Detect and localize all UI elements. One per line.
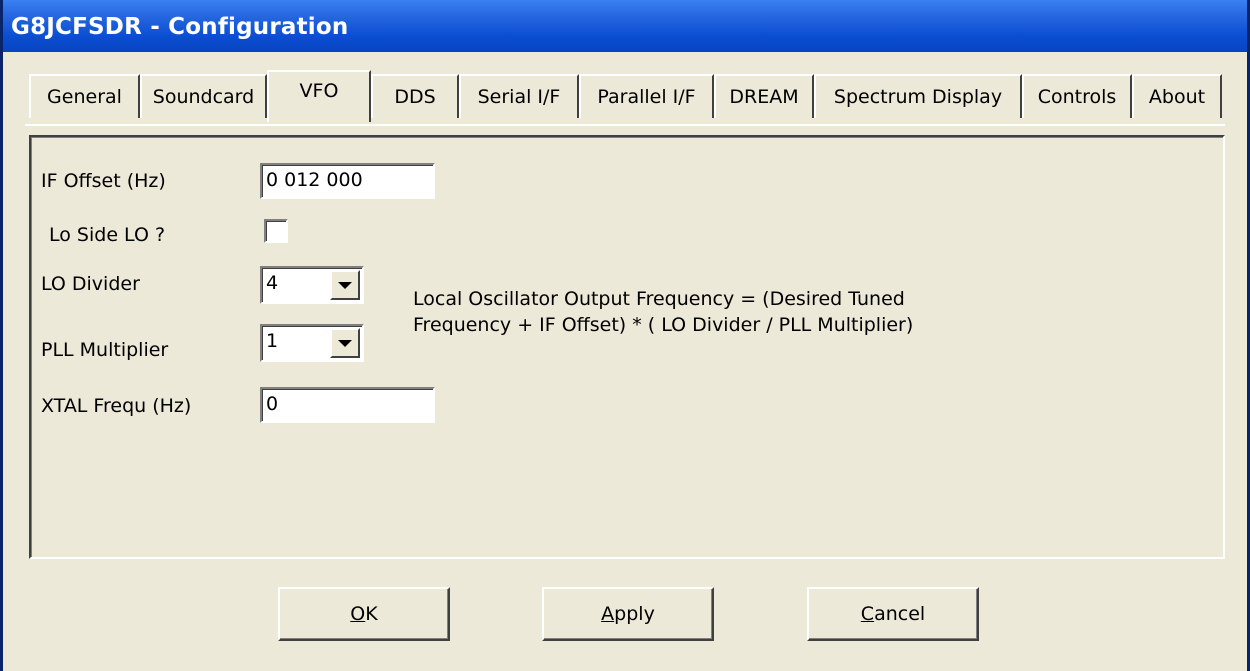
pll-multiplier-select[interactable]: 1 — [260, 324, 364, 362]
lo-divider-value: 4 — [266, 272, 279, 294]
tab-soundcard[interactable]: Soundcard — [140, 74, 267, 118]
formula-line-1: Local Oscillator Output Frequency = (Des… — [413, 288, 905, 310]
chevron-down-icon — [338, 281, 352, 289]
apply-mnemonic: A — [601, 603, 615, 625]
formula-line-2: Frequency + IF Offset) * ( LO Divider / … — [413, 314, 914, 336]
tab-strip: General Soundcard VFO DDS Serial I/F Par… — [3, 70, 1250, 126]
lo-divider-dropdown-button[interactable] — [330, 270, 360, 300]
xtal-label: XTAL Frequ (Hz) — [41, 395, 192, 417]
apply-button[interactable]: Apply — [542, 587, 714, 641]
ok-label: K — [365, 603, 378, 625]
tab-about[interactable]: About — [1132, 74, 1222, 118]
tab-serial-if[interactable]: Serial I/F — [459, 74, 579, 118]
xtal-input[interactable]: 0 — [260, 387, 435, 423]
if-offset-input[interactable]: 0 012 000 — [260, 163, 435, 199]
window-title: G8JCFSDR - Configuration — [11, 14, 349, 40]
tab-general[interactable]: General — [29, 74, 140, 118]
pll-multiplier-value: 1 — [266, 330, 279, 352]
config-window: G8JCFSDR - Configuration General Soundca… — [0, 0, 1250, 671]
apply-label: pply — [614, 603, 655, 625]
cancel-button[interactable]: Cancel — [807, 587, 979, 641]
cancel-label: ancel — [874, 603, 926, 625]
tab-dream[interactable]: DREAM — [714, 74, 814, 118]
lo-side-label: Lo Side LO ? — [49, 224, 166, 246]
tab-controls[interactable]: Controls — [1022, 74, 1132, 118]
lo-divider-label: LO Divider — [41, 273, 140, 295]
lo-divider-select[interactable]: 4 — [260, 266, 364, 304]
cancel-mnemonic: C — [860, 603, 875, 625]
tab-dds[interactable]: DDS — [371, 74, 459, 118]
title-bar[interactable]: G8JCFSDR - Configuration — [3, 0, 1247, 52]
pll-multiplier-dropdown-button[interactable] — [330, 328, 360, 358]
tab-parallel-if[interactable]: Parallel I/F — [579, 74, 714, 118]
tab-vfo[interactable]: VFO — [267, 70, 371, 122]
vfo-panel — [29, 135, 1225, 559]
ok-mnemonic: O — [350, 603, 366, 625]
chevron-down-icon — [338, 339, 352, 347]
lo-side-checkbox[interactable] — [264, 219, 288, 243]
tab-divider — [25, 124, 1225, 126]
pll-multiplier-label: PLL Multiplier — [41, 339, 169, 361]
tab-spectrum-display[interactable]: Spectrum Display — [814, 74, 1022, 118]
if-offset-label: IF Offset (Hz) — [41, 170, 166, 192]
ok-button[interactable]: OK — [278, 587, 450, 641]
